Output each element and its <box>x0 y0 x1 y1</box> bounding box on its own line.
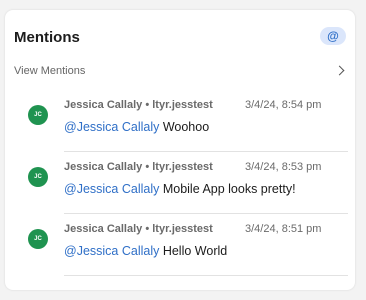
mention-message: @Jessica Callaly Hello World <box>64 244 227 258</box>
avatar: JC <box>28 229 48 249</box>
user-mention-link[interactable]: @Jessica Callaly <box>64 244 159 258</box>
mentions-header: Mentions @ <box>14 27 346 49</box>
mention-author: Jessica Callaly • ltyr.jesstest <box>64 223 213 235</box>
mention-text: Hello World <box>159 244 228 258</box>
view-mentions-link[interactable]: View Mentions <box>14 65 346 81</box>
mention-item[interactable]: JC Jessica Callaly • ltyr.jesstest 3/4/2… <box>5 152 355 214</box>
mention-timestamp: 3/4/24, 8:53 pm <box>245 161 322 173</box>
mention-item[interactable]: JC Jessica Callaly • ltyr.jesstest 3/4/2… <box>5 214 355 276</box>
mention-text: Woohoo <box>159 120 210 134</box>
mention-timestamp: 3/4/24, 8:54 pm <box>245 99 322 111</box>
mentions-card: Mentions @ View Mentions JC Jessica Call… <box>5 10 355 290</box>
user-mention-link[interactable]: @Jessica Callaly <box>64 120 159 134</box>
avatar: JC <box>28 167 48 187</box>
mention-timestamp: 3/4/24, 8:51 pm <box>245 223 322 235</box>
mention-item[interactable]: JC Jessica Callaly • ltyr.jesstest 3/4/2… <box>5 90 355 152</box>
mention-author: Jessica Callaly • ltyr.jesstest <box>64 161 213 173</box>
mention-message: @Jessica Callaly Woohoo <box>64 120 209 134</box>
at-sign-icon[interactable]: @ <box>320 27 346 45</box>
divider <box>64 275 348 276</box>
mention-text: Mobile App looks pretty! <box>159 182 296 196</box>
mention-message: @Jessica Callaly Mobile App looks pretty… <box>64 182 296 196</box>
view-mentions-label: View Mentions <box>14 65 86 77</box>
card-title: Mentions <box>14 29 80 46</box>
mentions-list: JC Jessica Callaly • ltyr.jesstest 3/4/2… <box>5 90 355 276</box>
avatar: JC <box>28 105 48 125</box>
user-mention-link[interactable]: @Jessica Callaly <box>64 182 159 196</box>
chevron-right-icon <box>334 65 345 76</box>
mention-author: Jessica Callaly • ltyr.jesstest <box>64 99 213 111</box>
